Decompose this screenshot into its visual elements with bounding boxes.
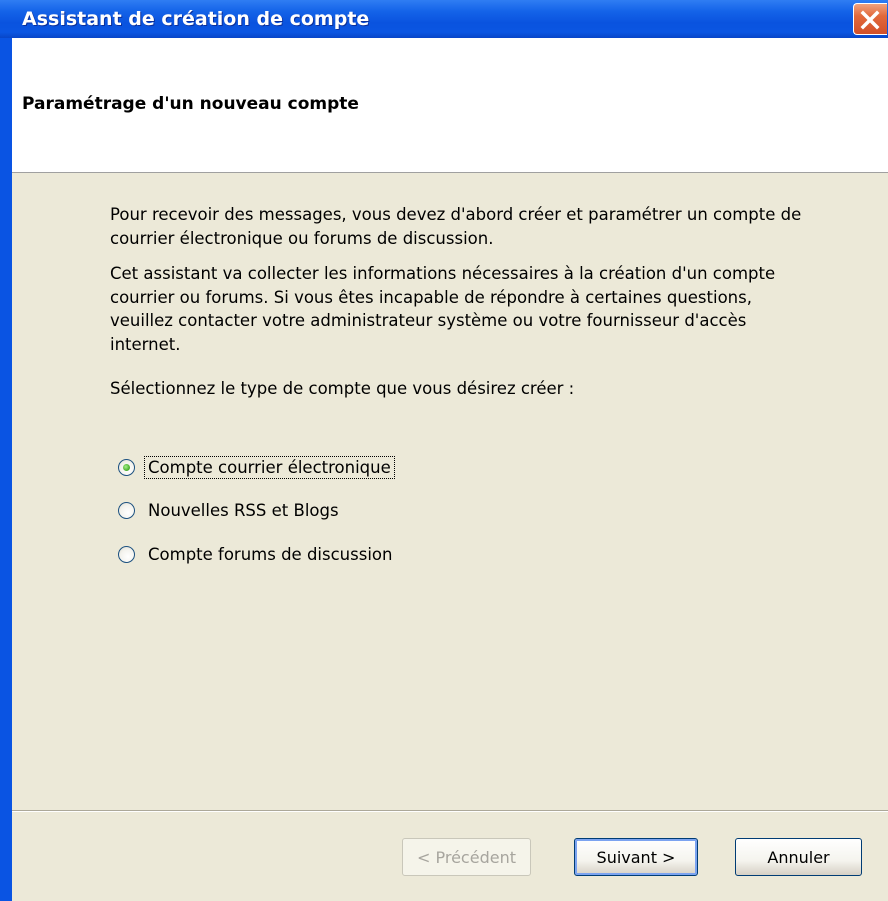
wizard-body: Pour recevoir des messages, vous devez d…	[12, 173, 888, 901]
radio-label-email[interactable]: Compte courrier électronique	[144, 455, 395, 479]
radio-button-selected[interactable]	[118, 458, 135, 476]
select-prompt: Sélectionnez le type de compte que vous …	[110, 379, 575, 398]
radio-label-rss[interactable]: Nouvelles RSS et Blogs	[145, 500, 342, 521]
radio-rss-blogs[interactable]: Nouvelles RSS et Blogs	[118, 497, 342, 523]
page-title: Paramétrage d'un nouveau compte	[22, 94, 359, 114]
cancel-button[interactable]: Annuler	[735, 838, 862, 876]
close-icon	[860, 10, 880, 30]
wizard-window: Assistant de création de compte Paramétr…	[0, 0, 888, 901]
radio-email-account[interactable]: Compte courrier électronique	[118, 454, 395, 480]
title-bar[interactable]: Assistant de création de compte	[0, 0, 888, 38]
radio-label-newsgroup[interactable]: Compte forums de discussion	[145, 544, 395, 565]
wizard-header: Paramétrage d'un nouveau compte	[12, 38, 888, 173]
close-button[interactable]	[853, 3, 887, 35]
window-title: Assistant de création de compte	[22, 8, 370, 30]
intro-text: Pour recevoir des messages, vous devez d…	[110, 205, 802, 248]
radio-button[interactable]	[118, 501, 135, 519]
previous-button[interactable]: < Précédent	[402, 838, 531, 876]
window-border	[0, 38, 12, 901]
radio-button[interactable]	[118, 545, 135, 563]
radio-newsgroup-account[interactable]: Compte forums de discussion	[118, 541, 395, 567]
info-text: Cet assistant va collecter les informati…	[110, 264, 776, 354]
button-separator	[12, 810, 888, 812]
next-button[interactable]: Suivant >	[574, 838, 698, 876]
